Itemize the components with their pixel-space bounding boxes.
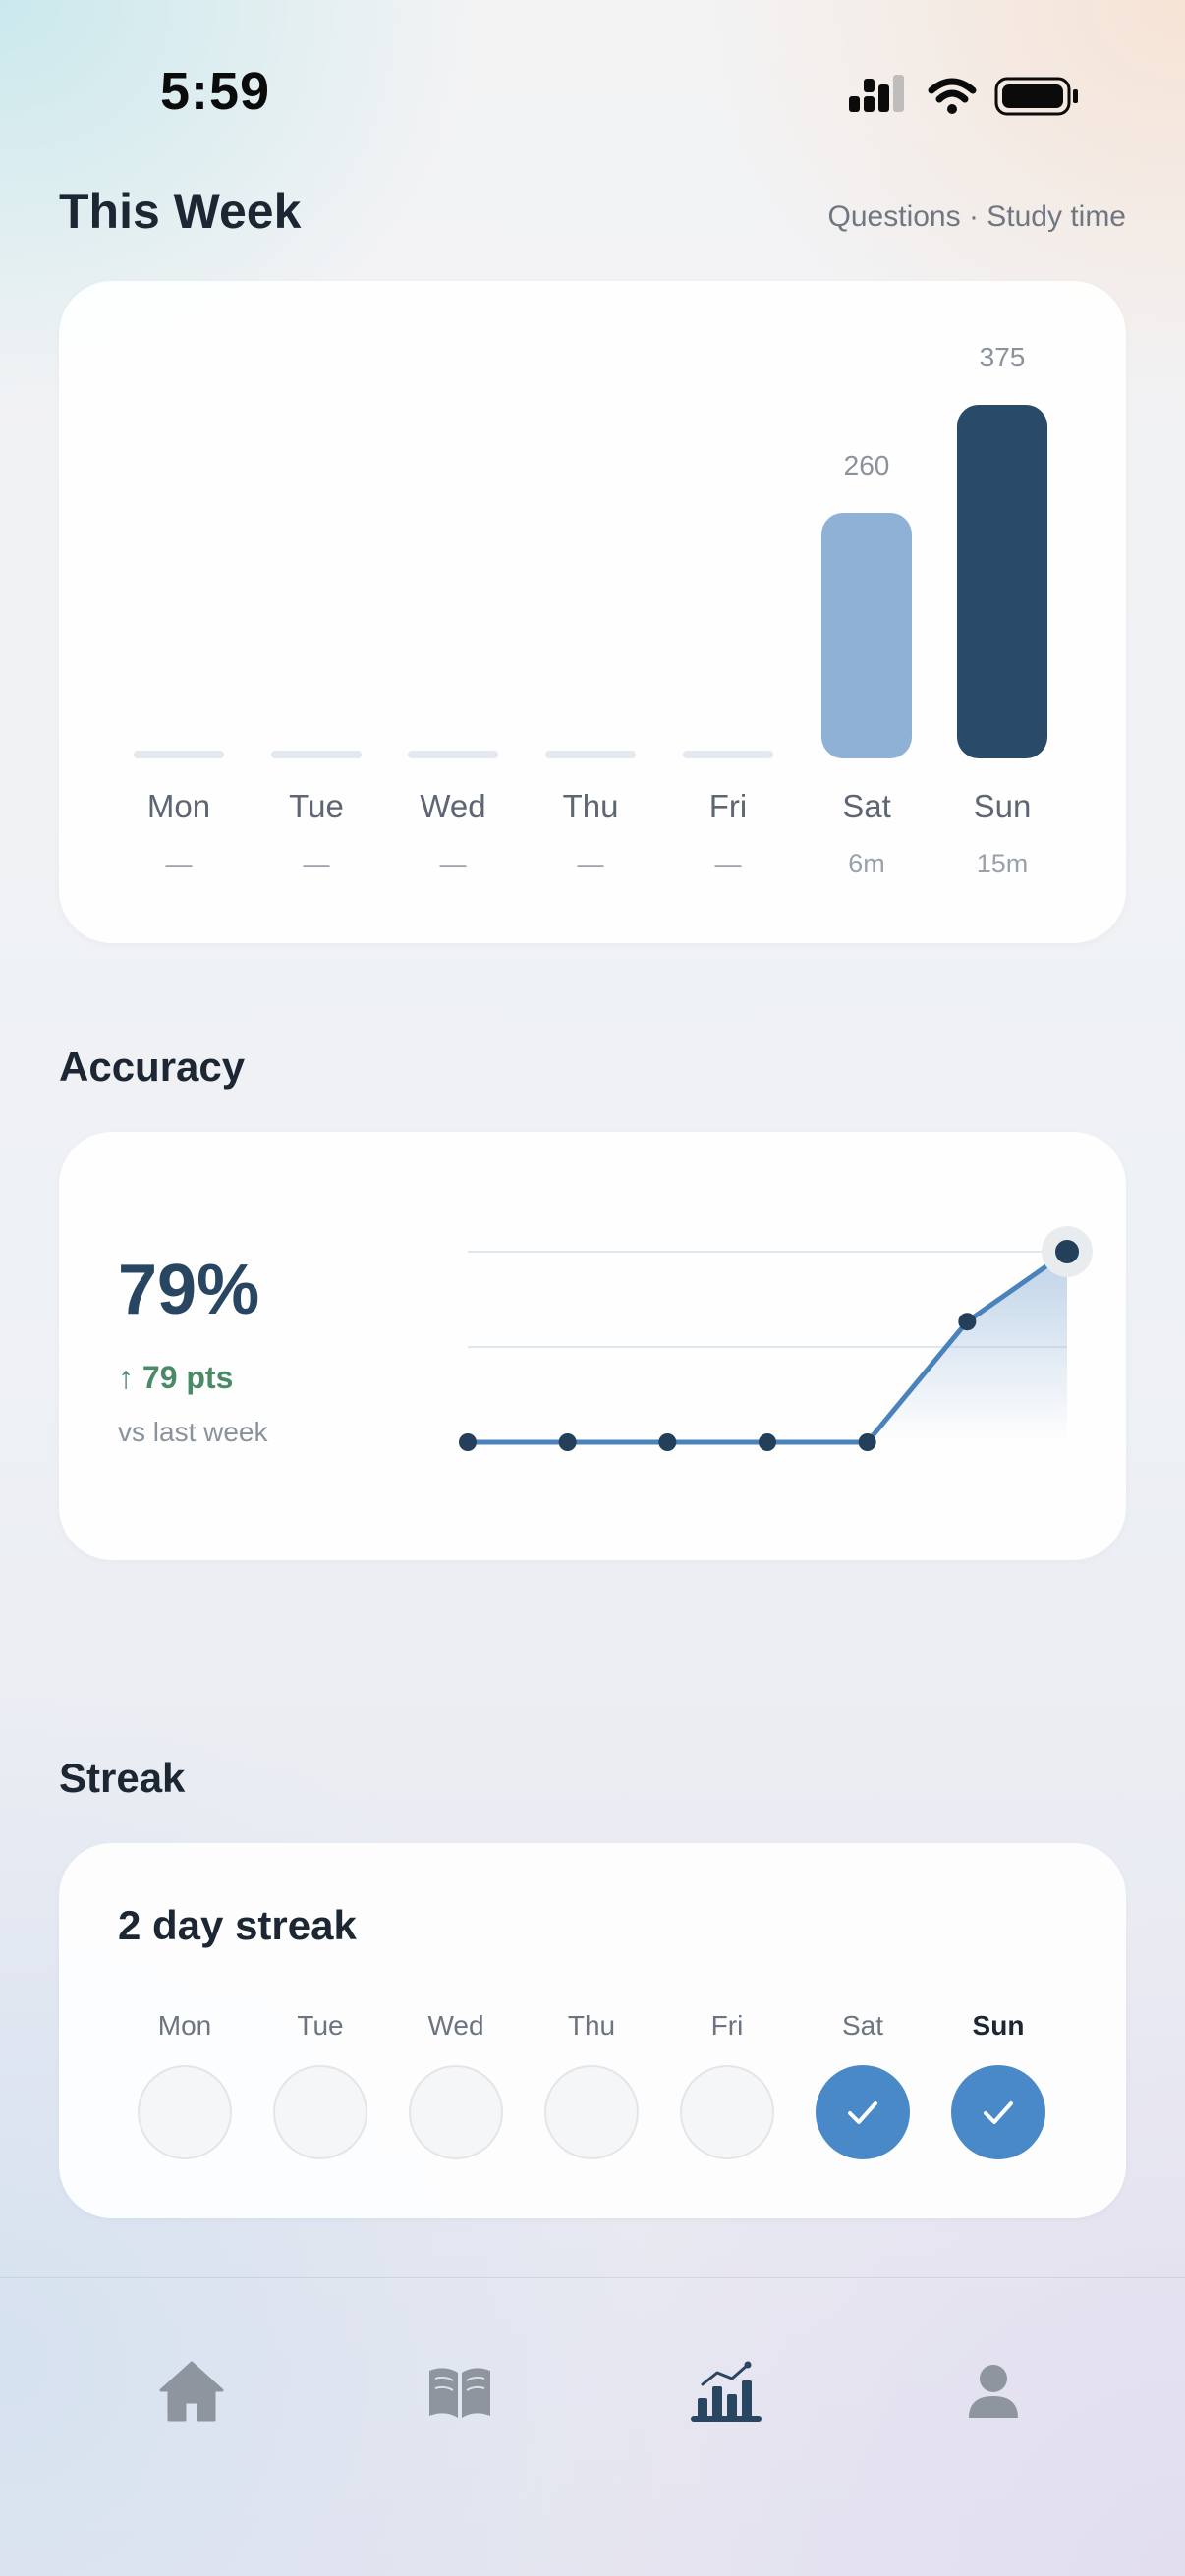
bar-sun xyxy=(957,405,1047,758)
streak-day-empty xyxy=(273,2065,367,2159)
tab-bar xyxy=(0,2277,1185,2576)
bar-thu xyxy=(545,751,636,758)
bar-day-label: Sat xyxy=(842,788,891,824)
streak-day-label: Sun xyxy=(972,2010,1025,2041)
streak-day-label: Sat xyxy=(841,2010,884,2041)
accuracy-value: 79% xyxy=(118,1251,260,1329)
streak-title: Streak xyxy=(59,1755,186,1801)
bar-day-label: Sun xyxy=(973,788,1032,824)
accuracy-comparison-label: vs last week xyxy=(118,1417,268,1447)
status-time: 5:59 xyxy=(160,62,271,121)
this-week-legend: Questions · Study time xyxy=(827,200,1126,233)
bar-study-time: 6m xyxy=(848,849,885,878)
bar-study-time: — xyxy=(303,849,330,878)
home-icon xyxy=(159,2361,224,2422)
bar-wed xyxy=(408,751,498,758)
accuracy-point xyxy=(1055,1240,1079,1263)
accuracy-point xyxy=(958,1313,977,1331)
bar-sat xyxy=(821,513,912,758)
checkmark-icon xyxy=(984,2101,1013,2124)
bar-study-time: — xyxy=(165,849,193,878)
accuracy-point xyxy=(558,1433,577,1451)
checkmark-icon xyxy=(848,2101,877,2124)
wifi-icon xyxy=(928,78,977,114)
this-week-title: This Week xyxy=(59,184,302,239)
streak-day-complete xyxy=(816,2065,910,2159)
status-icons xyxy=(849,75,1078,116)
book-icon xyxy=(429,2368,490,2418)
bar-study-time: 15m xyxy=(976,849,1029,878)
accuracy-point xyxy=(858,1433,876,1451)
tab-stats[interactable] xyxy=(682,2347,770,2436)
profile-icon xyxy=(969,2365,1018,2418)
accuracy-line-chart xyxy=(459,1226,1093,1451)
streak-day-label: Thu xyxy=(567,2010,616,2041)
tab-profile[interactable] xyxy=(949,2347,1038,2436)
weekly-bar-chart-card: Mon — Tue — Wed — Thu — Fri — 260 Sat 6m 375 Sun 15m xyxy=(59,281,1126,943)
active-tab-indicator xyxy=(691,2416,762,2422)
streak-count: 2 day streak xyxy=(118,1902,357,1948)
streak-day-label: Tue xyxy=(297,2010,344,2041)
streak-day-complete xyxy=(951,2065,1045,2159)
streak-day-empty xyxy=(138,2065,232,2159)
bar-value-label: 375 xyxy=(979,342,1026,372)
bar-fri xyxy=(683,751,773,758)
bar-day-label: Mon xyxy=(146,788,211,824)
accuracy-delta: ↑ 79 pts xyxy=(118,1360,234,1395)
accuracy-title: Accuracy xyxy=(59,1043,246,1090)
tab-library[interactable] xyxy=(416,2347,504,2436)
bar-study-time: — xyxy=(439,849,467,878)
bar-value-label: 260 xyxy=(843,450,890,480)
streak-day-empty xyxy=(680,2065,774,2159)
bar-day-label: Tue xyxy=(289,788,344,824)
streak-day-label: Wed xyxy=(427,2010,484,2041)
streak-day-empty xyxy=(409,2065,503,2159)
cellular-signal-icon xyxy=(849,75,904,112)
accuracy-point xyxy=(759,1433,776,1451)
accuracy-card: 79% ↑ 79 pts vs last week xyxy=(59,1132,1126,1560)
tab-home[interactable] xyxy=(147,2347,236,2436)
battery-icon xyxy=(994,77,1078,116)
bar-mon xyxy=(134,751,224,758)
accuracy-point xyxy=(459,1433,477,1451)
streak-day-label: Fri xyxy=(710,2010,744,2041)
bar-study-time: — xyxy=(577,849,604,878)
bar-day-label: Thu xyxy=(562,788,619,824)
streak-day-empty xyxy=(544,2065,639,2159)
accuracy-point xyxy=(658,1433,677,1451)
bar-day-label: Fri xyxy=(708,788,748,824)
streak-card: 2 day streak Mon Tue Wed Thu Fri Sat Sun xyxy=(59,1843,1126,2218)
bar-tue xyxy=(271,751,362,758)
bar-day-label: Wed xyxy=(420,788,486,824)
streak-day-label: Mon xyxy=(157,2010,212,2041)
bar-study-time: — xyxy=(714,849,742,878)
